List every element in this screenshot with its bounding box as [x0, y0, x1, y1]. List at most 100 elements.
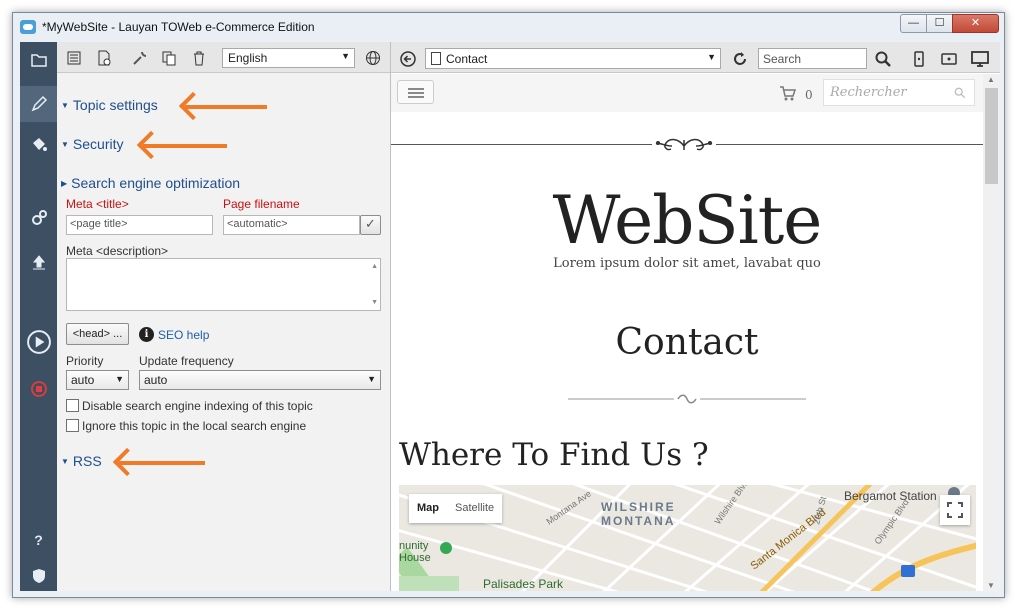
svg-text:WILSHIRE: WILSHIRE: [601, 500, 676, 514]
page-value: Contact: [446, 52, 488, 66]
preview-search-input[interactable]: Search: [758, 48, 867, 69]
search-icon: [954, 87, 966, 99]
preview-pane: Contact ▼ Search 0 Rechercher WebSite Lo…: [391, 42, 1000, 591]
annotation-arrow: [143, 144, 227, 148]
disable-indexing-checkbox[interactable]: [66, 399, 79, 412]
theme-icon[interactable]: [20, 126, 57, 162]
mobile-view-icon[interactable]: [908, 48, 930, 70]
scrollbar-thumb[interactable]: [985, 88, 998, 184]
divider: [568, 394, 806, 404]
meta-description-label: Meta <description>: [66, 244, 169, 258]
scroll-down-icon[interactable]: ▼: [987, 581, 995, 590]
map-type-control: Map Satellite: [409, 494, 503, 523]
section-label: RSS: [72, 453, 102, 469]
trash-icon[interactable]: [188, 47, 210, 69]
section-heading: Where To Find Us ?: [399, 437, 709, 473]
meta-title-field[interactable]: <page title>: [66, 215, 213, 235]
svg-text:MONTANA: MONTANA: [601, 514, 675, 528]
site-search-placeholder: Rechercher: [830, 85, 907, 100]
language-value: English: [228, 51, 268, 65]
back-icon[interactable]: [397, 48, 419, 70]
section-rss[interactable]: ▼ RSS: [61, 453, 102, 469]
search-icon[interactable]: [872, 48, 894, 70]
svg-text:Palisades Park: Palisades Park: [483, 577, 564, 591]
page-select[interactable]: Contact ▼: [425, 48, 721, 69]
section-label: Security: [72, 136, 124, 152]
website-preview: 0 Rechercher WebSite Lorem ipsum dolor s…: [391, 74, 983, 591]
section-seo[interactable]: ▶ Search engine optimization: [61, 175, 240, 191]
svg-text:Bergamot Station: Bergamot Station: [844, 489, 937, 503]
map-tab-map[interactable]: Map: [409, 494, 447, 523]
seo-help-link[interactable]: SEO help: [158, 328, 209, 342]
disable-indexing-label: Disable search engine indexing of this t…: [82, 399, 313, 413]
svg-text:nunity: nunity: [399, 540, 429, 552]
cart-icon[interactable]: [778, 84, 796, 102]
section-label: Search engine optimization: [71, 175, 241, 191]
settings-icon[interactable]: [20, 200, 57, 236]
priority-select[interactable]: auto ▼: [66, 370, 129, 390]
hamburger-menu-button[interactable]: [397, 80, 434, 104]
cart-count: 0: [805, 88, 813, 102]
refresh-icon[interactable]: [729, 48, 751, 70]
update-frequency-label: Update frequency: [139, 354, 234, 368]
page-title: Contact: [615, 322, 759, 363]
stop-icon[interactable]: [20, 371, 57, 407]
wrench-icon[interactable]: [129, 47, 151, 69]
pages-icon[interactable]: [20, 42, 57, 78]
site-search-input[interactable]: Rechercher: [823, 79, 975, 106]
document-icon: [431, 52, 441, 65]
help-icon[interactable]: ?: [20, 522, 57, 558]
app-window: *MyWebSite - Lauyan TOWeb e-Commerce Edi…: [12, 12, 1005, 598]
close-button[interactable]: ✕: [952, 14, 999, 33]
site-brand[interactable]: WebSite: [391, 182, 983, 259]
section-security[interactable]: ▼ Security: [61, 136, 124, 152]
scroll-down-icon[interactable]: ▼: [371, 299, 378, 306]
confirm-filename-button[interactable]: ✓: [360, 215, 381, 235]
new-page-icon[interactable]: [93, 47, 115, 69]
chevron-down-icon: ▼: [115, 374, 124, 384]
panel-toolbar: English ▼: [57, 42, 390, 73]
svg-text:House: House: [399, 552, 431, 564]
chevron-down-icon: ▼: [707, 52, 716, 62]
app-logo-icon: [20, 20, 36, 34]
copy-icon[interactable]: [158, 47, 180, 69]
meta-description-field[interactable]: ▲ ▼: [66, 258, 381, 311]
ignore-local-search-label: Ignore this topic in the local search en…: [82, 419, 307, 433]
map-embed[interactable]: WILSHIRE MONTANA Bergamot Station Santa …: [399, 485, 976, 591]
globe-icon[interactable]: [362, 47, 384, 69]
priority-value: auto: [71, 373, 95, 387]
update-frequency-value: auto: [144, 373, 168, 387]
map-tab-satellite[interactable]: Satellite: [447, 494, 502, 523]
section-topic-settings[interactable]: ▼ Topic settings: [61, 97, 158, 113]
window-title: *MyWebSite - Lauyan TOWeb e-Commerce Edi…: [42, 20, 315, 34]
page-filename-label: Page filename: [223, 197, 300, 211]
scroll-up-icon[interactable]: ▲: [987, 75, 995, 84]
site-header-bar: 0 Rechercher: [391, 74, 983, 112]
ignore-local-search-checkbox[interactable]: [66, 419, 79, 432]
chevron-down-icon: ▼: [341, 51, 350, 61]
update-frequency-select[interactable]: auto ▼: [139, 370, 381, 390]
publish-icon[interactable]: [20, 245, 57, 281]
side-rail: ?: [20, 42, 57, 591]
tablet-view-icon[interactable]: [938, 48, 960, 70]
list-icon[interactable]: [63, 47, 85, 69]
desktop-view-icon[interactable]: [969, 48, 991, 70]
meta-title-label: Meta <title>: [66, 197, 129, 211]
edit-icon[interactable]: [20, 86, 57, 122]
page-filename-field[interactable]: <automatic>: [223, 215, 360, 235]
minimize-button[interactable]: —: [900, 14, 927, 33]
info-icon: i: [139, 327, 154, 342]
preview-scrollbar[interactable]: ▲ ▼: [983, 74, 1000, 591]
maximize-button[interactable]: ☐: [926, 14, 953, 33]
shield-icon[interactable]: [20, 558, 57, 594]
head-button[interactable]: <head> ...: [66, 323, 129, 345]
scroll-up-icon[interactable]: ▲: [371, 263, 378, 270]
ornament-icon: [652, 138, 716, 153]
language-select[interactable]: English ▼: [222, 48, 355, 68]
site-tagline: Lorem ipsum dolor sit amet, lavabat quo: [553, 256, 821, 271]
properties-panel: English ▼ ▼ Topic settings ▼ Security ▶ Sear…: [57, 42, 391, 591]
preview-play-icon[interactable]: [20, 324, 57, 360]
fullscreen-icon[interactable]: [940, 495, 970, 525]
priority-label: Priority: [66, 354, 104, 368]
annotation-arrow: [185, 105, 267, 109]
